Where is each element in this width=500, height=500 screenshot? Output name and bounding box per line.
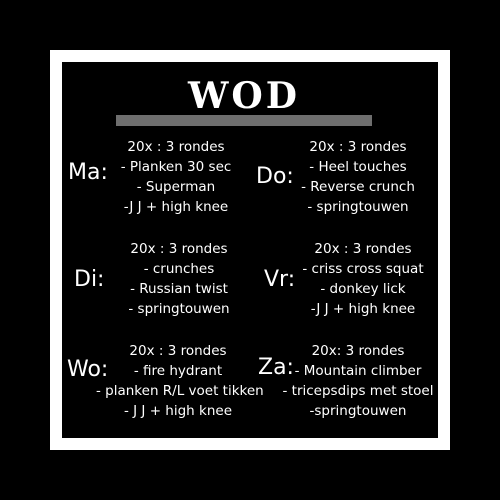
workout-line: - Russian twist (130, 281, 228, 297)
workout-line: - crunches (143, 261, 215, 277)
workout-line: - Mountain climber (294, 363, 422, 379)
workout-block-di: 20x : 3 rondes - crunches - Russian twis… (99, 239, 259, 319)
title-underline-bar (116, 115, 372, 126)
workout-line: 20x : 3 rondes (127, 139, 225, 155)
workout-line: 20x : 3 rondes (314, 241, 412, 257)
workout-block-wo: 20x : 3 rondes - fire hydrant - planken … (96, 341, 264, 421)
workout-line: - Planken 30 sec (120, 159, 232, 175)
workout-line: - planken R/L voet tikken (96, 383, 264, 399)
workout-line: -springtouwen (309, 403, 407, 419)
workout-block-vr: 20x : 3 rondes - criss cross squat - don… (283, 239, 443, 319)
workout-block-za: 20x: 3 rondes - Mountain climber - trice… (280, 341, 436, 421)
workout-line: - Superman (136, 179, 216, 195)
workout-line: - criss cross squat (302, 261, 424, 277)
workout-line: - donkey lick (320, 281, 406, 297)
workout-line: 20x: 3 rondes (311, 343, 405, 359)
workout-line: -J J + high knee (123, 199, 229, 215)
workout-line: - Reverse crunch (301, 179, 415, 195)
workout-line: - springtouwen (307, 199, 409, 215)
workout-line: 20x : 3 rondes (129, 343, 227, 359)
workout-line: - J J + high knee (123, 403, 233, 419)
page-title: WOD (187, 75, 300, 117)
workout-block-ma: 20x : 3 rondes - Planken 30 sec - Superm… (96, 137, 256, 217)
workout-line: 20x : 3 rondes (130, 241, 228, 257)
workout-line: -J J + high knee (310, 301, 416, 317)
workout-block-do: 20x : 3 rondes - Heel touches - Reverse … (278, 137, 438, 217)
workout-line: 20x : 3 rondes (309, 139, 407, 155)
workout-line: - springtouwen (128, 301, 230, 317)
workout-line: - tricepsdips met stoel (282, 383, 434, 399)
workout-line: - fire hydrant (133, 363, 223, 379)
workout-line: - Heel touches (309, 159, 407, 175)
